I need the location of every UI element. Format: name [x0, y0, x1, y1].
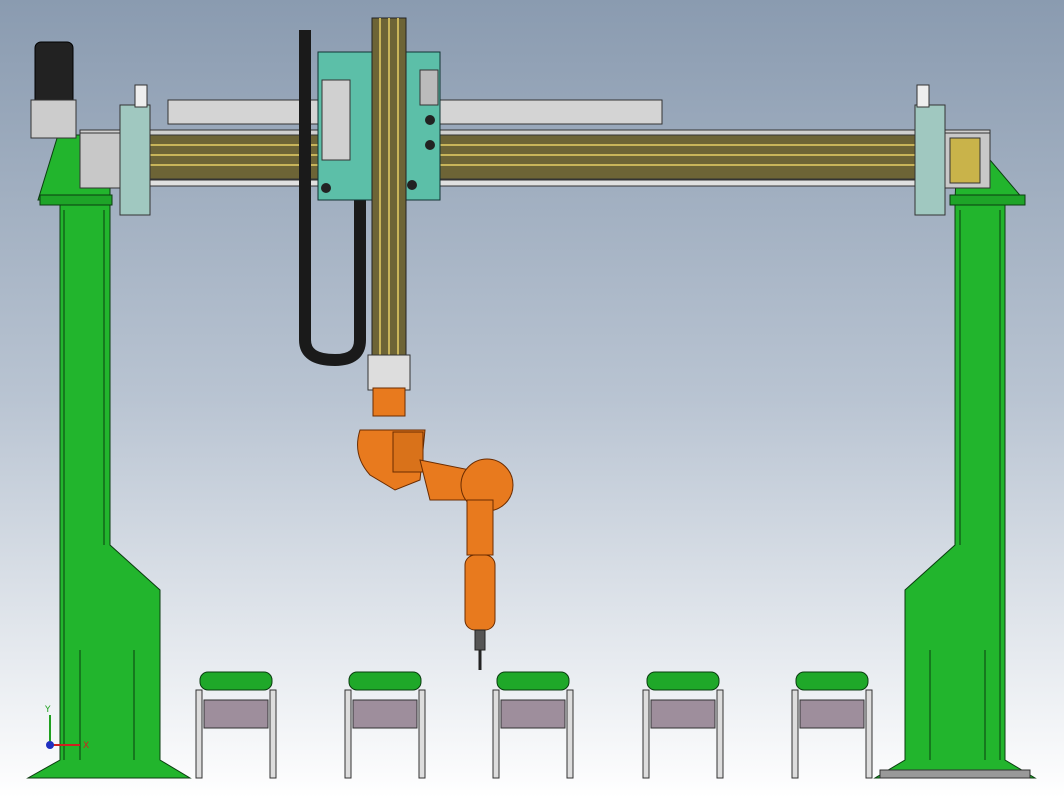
triad-y-label: Y [44, 705, 51, 715]
fixture-station-4 [642, 671, 724, 779]
left-column [26, 134, 192, 779]
triad-x-label: X [83, 741, 89, 751]
x-axis-motor [30, 41, 77, 139]
right-column [873, 134, 1037, 779]
z-axis-column [367, 17, 411, 391]
fixture-station-5 [791, 671, 873, 779]
cad-viewport[interactable]: X Y [0, 0, 1064, 798]
gantry-robot-model: X Y [26, 17, 1037, 779]
fixture-station-2 [344, 671, 426, 779]
fixture-station-1 [195, 671, 277, 779]
fixture-station-3 [492, 671, 574, 779]
robot-arm [357, 387, 514, 670]
